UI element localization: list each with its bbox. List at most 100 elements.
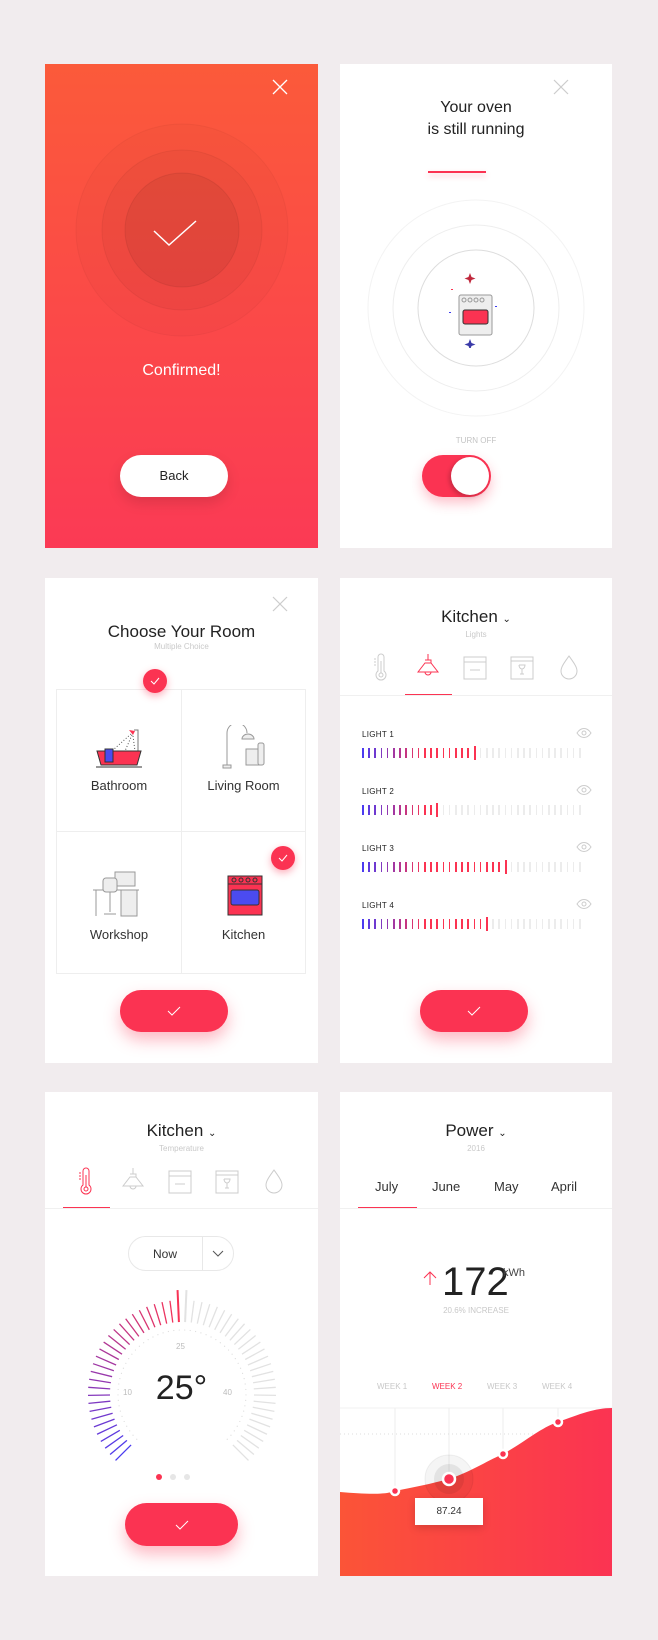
water-drop-icon[interactable] (554, 653, 584, 683)
week-label[interactable]: WEEK 3 (487, 1382, 517, 1391)
dial-tick (146, 1306, 156, 1328)
confirm-button[interactable] (125, 1503, 238, 1546)
light-slider[interactable] (362, 746, 581, 760)
tab-june[interactable]: June (432, 1179, 460, 1194)
dial-current-tick (176, 1290, 180, 1323)
slider-tick (467, 919, 469, 929)
slider-handle (486, 917, 488, 931)
lights-card: Kitchen ⌄ Lights LIGHT 1 LIGHT 2 LIGHT 3… (340, 578, 612, 1063)
slider-tick (579, 805, 581, 815)
room-dropdown[interactable]: Kitchen ⌄ (340, 607, 612, 627)
thermometer-icon[interactable] (366, 653, 396, 683)
selected-check-icon (143, 669, 167, 693)
room-tile-living-room[interactable]: Living Room (181, 689, 306, 832)
tab-april[interactable]: April (551, 1179, 577, 1194)
dial-minor-tick (132, 1434, 134, 1436)
dial-minor-tick (136, 1438, 138, 1440)
slider-tick (504, 805, 507, 815)
dishwasher-icon[interactable] (212, 1167, 242, 1197)
slider-tick (541, 805, 544, 815)
slider-tick (541, 919, 544, 929)
dial-minor-tick (241, 1415, 243, 1417)
close-icon[interactable] (270, 594, 290, 614)
slider-tick (430, 919, 432, 929)
slider-tick (535, 862, 538, 872)
dial-tick (161, 1302, 168, 1324)
confirm-button[interactable] (120, 990, 228, 1032)
light-slider[interactable] (362, 917, 581, 931)
slider-tick (467, 748, 469, 758)
light-slider[interactable] (362, 860, 581, 874)
dial-minor-tick (152, 1336, 154, 1338)
close-icon[interactable] (270, 77, 290, 97)
lights-subtitle: Lights (465, 630, 487, 639)
room-dropdown[interactable]: Kitchen ⌄ (45, 1121, 318, 1141)
dial-tick (91, 1412, 113, 1420)
tab-july[interactable]: July (375, 1179, 398, 1194)
page-dot[interactable] (170, 1474, 176, 1480)
room-tile-bathroom[interactable]: Bathroom (56, 689, 182, 832)
dial-tick (246, 1424, 268, 1435)
slider-handle (504, 860, 507, 874)
slider-tick (486, 805, 488, 815)
week-label[interactable]: WEEK 4 (542, 1382, 572, 1391)
eye-icon[interactable] (576, 785, 592, 795)
slider-tick (442, 748, 445, 758)
dishwasher-icon[interactable] (507, 653, 537, 683)
dial-tick (190, 1300, 195, 1323)
slider-tick (529, 862, 531, 872)
dial-minor-tick (231, 1353, 233, 1355)
room-tile-workshop[interactable]: Workshop (56, 831, 182, 974)
week-label-active[interactable]: WEEK 2 (432, 1382, 462, 1391)
checkmark-icon (175, 1520, 188, 1530)
eye-icon[interactable] (576, 899, 592, 909)
dial-tick (249, 1418, 271, 1428)
slider-tick (572, 862, 575, 872)
slider-tick (541, 862, 544, 872)
eye-icon[interactable] (576, 728, 592, 738)
tab-may[interactable]: May (494, 1179, 519, 1194)
lamp-icon[interactable] (118, 1167, 148, 1197)
back-button[interactable]: Back (120, 455, 228, 497)
dial-minor-tick (210, 1336, 212, 1338)
checkmark-icon (153, 220, 197, 247)
toggle-knob (451, 457, 489, 495)
slider-tick (399, 805, 401, 815)
dial-minor-tick (205, 1334, 207, 1336)
time-dropdown[interactable]: Now (128, 1236, 234, 1271)
oven-title: Your oven is still running (427, 99, 525, 138)
power-dropdown[interactable]: Power ⌄ (340, 1121, 612, 1141)
slider-tick (405, 919, 407, 929)
close-icon[interactable] (551, 77, 571, 97)
room-label: Bathroom (90, 778, 148, 793)
choose-room-card: Choose Your Room Multiple Choice Bathroo… (45, 578, 318, 1063)
slider-tick (473, 919, 476, 929)
slider-tick (548, 919, 550, 929)
confirm-button[interactable] (420, 990, 528, 1032)
slider-tick (362, 862, 364, 872)
dial-minor-tick (237, 1362, 239, 1364)
dial-minor-tick (215, 1339, 217, 1341)
water-drop-icon[interactable] (259, 1167, 289, 1197)
light-slider[interactable] (362, 803, 581, 817)
page-dot-active[interactable] (156, 1474, 162, 1480)
turn-off-toggle[interactable] (422, 455, 491, 497)
eye-icon[interactable] (576, 842, 592, 852)
thermometer-icon[interactable] (71, 1167, 101, 1197)
slider-tick (405, 805, 407, 815)
dial-minor-tick (131, 1353, 133, 1355)
oven-icon[interactable] (460, 653, 490, 683)
light-label: LIGHT 4 (362, 901, 395, 910)
slider-tick (436, 748, 438, 758)
oven-icon[interactable] (165, 1167, 195, 1197)
dial-minor-tick (239, 1420, 241, 1423)
page-dot[interactable] (184, 1474, 190, 1480)
week-label[interactable]: WEEK 1 (377, 1382, 407, 1391)
dial-tick (208, 1306, 218, 1328)
slider-tick (393, 862, 395, 872)
slider-tick (510, 862, 513, 872)
oven-running-card: Your oven is still running TURN OFF (340, 64, 612, 548)
dial-minor-tick (173, 1329, 175, 1332)
lamp-icon[interactable] (413, 653, 443, 683)
dial-tick (247, 1355, 269, 1366)
